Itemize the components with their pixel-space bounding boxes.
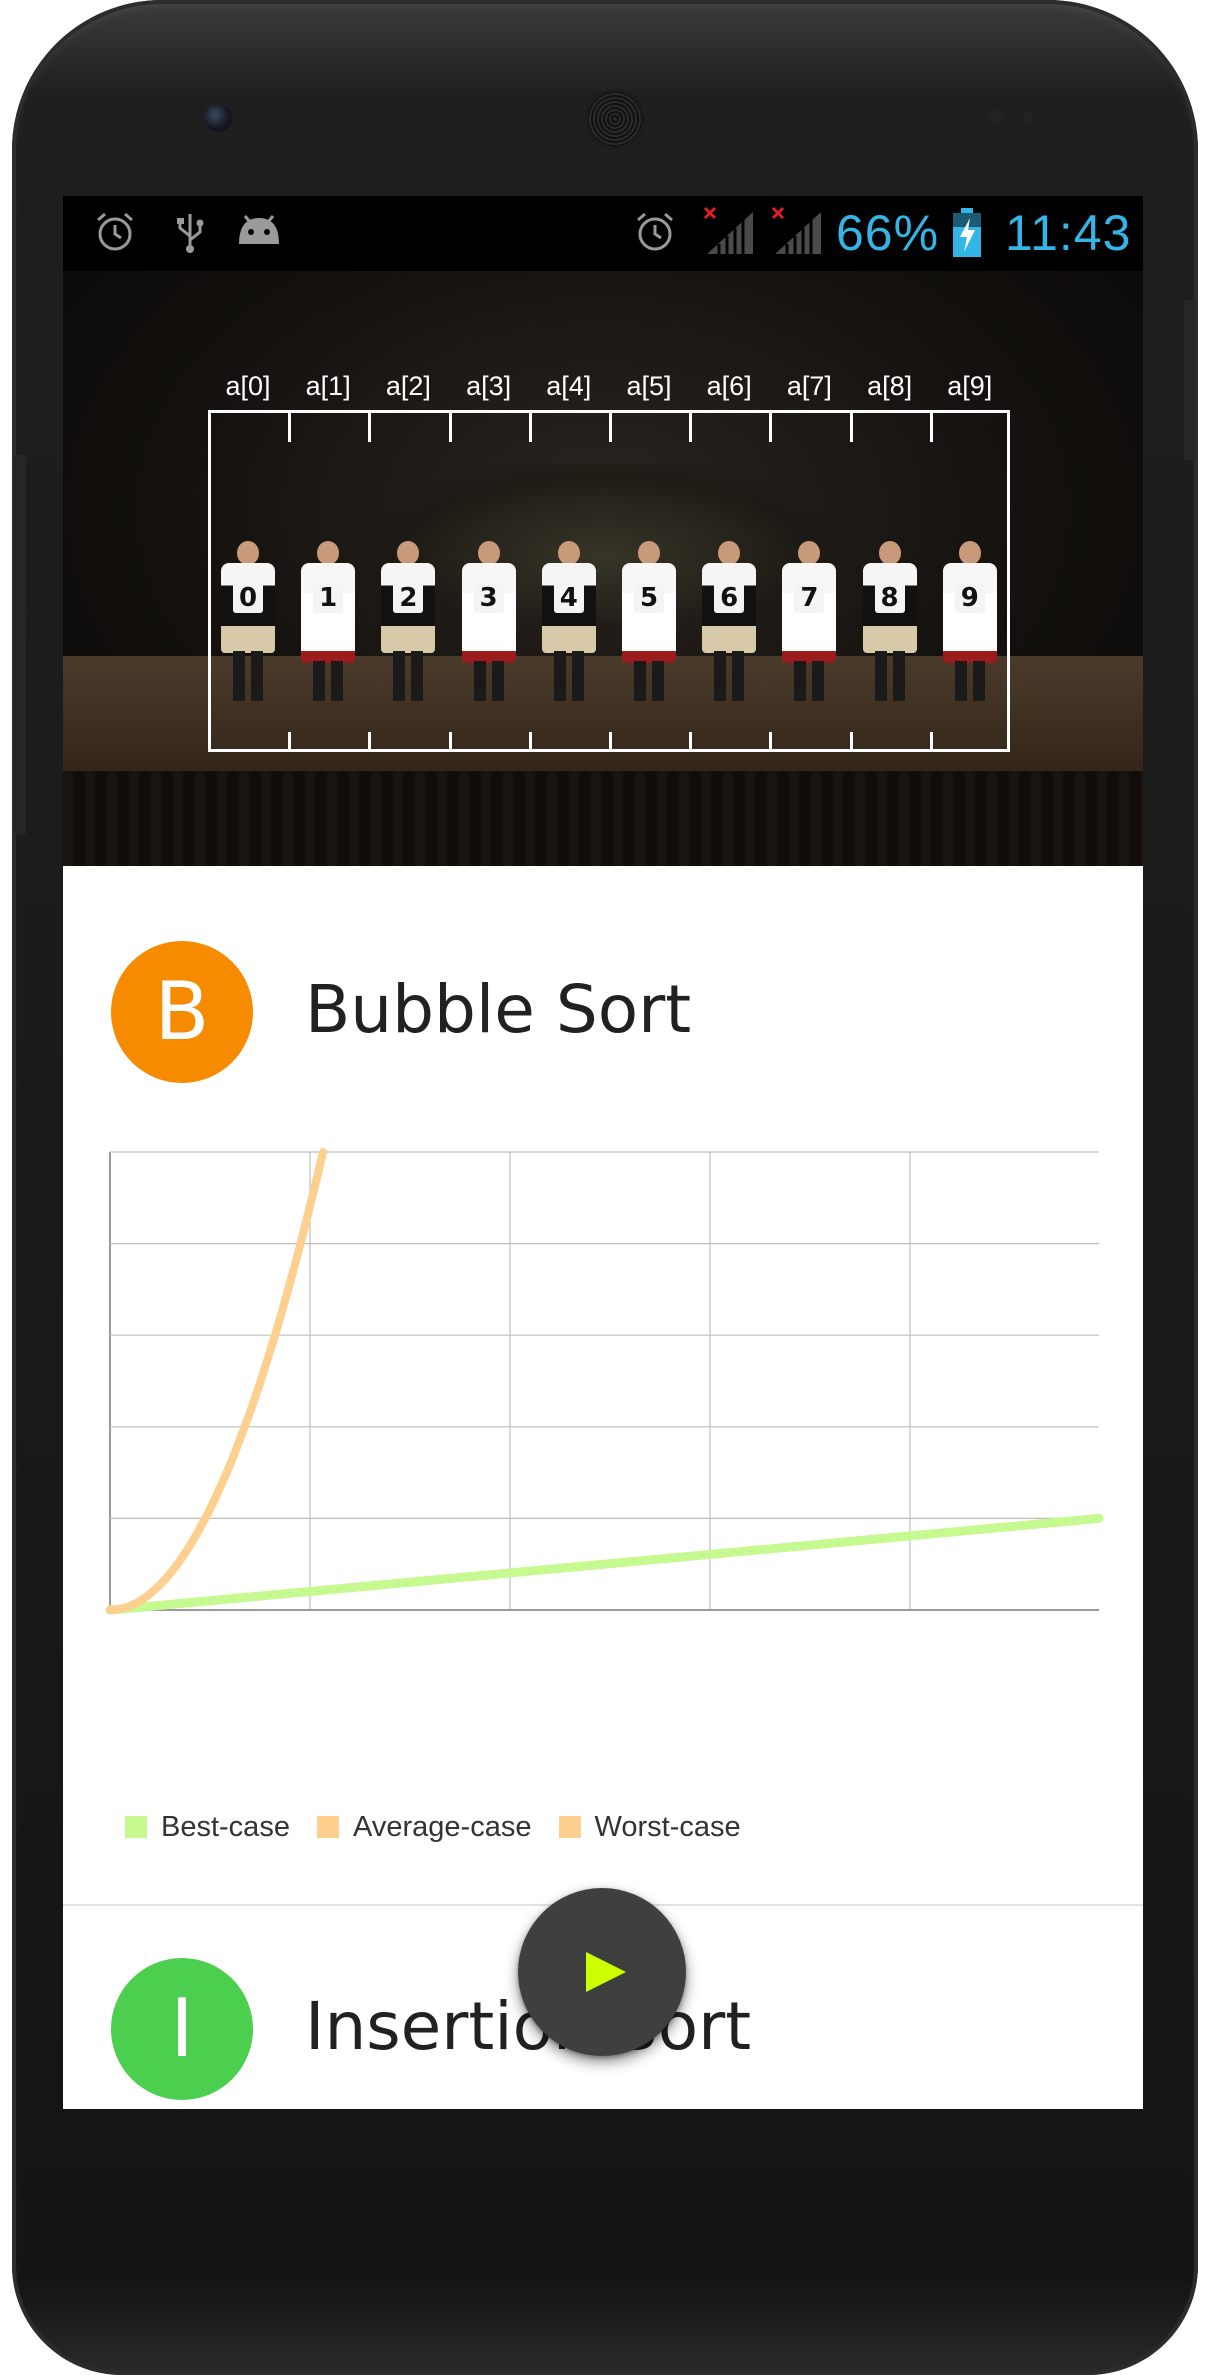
battery-percent: 66% — [836, 205, 940, 261]
array-index-label: a[7] — [786, 371, 832, 401]
dancer: 2 — [373, 541, 443, 701]
alarm-icon — [637, 212, 673, 251]
array-index-label: a[8] — [867, 371, 913, 401]
array-index-label: a[3] — [466, 371, 512, 401]
legend-label-average: Average-case — [353, 1811, 532, 1843]
avatar-insertion-sort: I — [111, 1958, 253, 2100]
stage-front — [63, 771, 1143, 866]
array-divider — [288, 732, 292, 752]
signal-no-service-icon — [771, 206, 821, 254]
dancer-number: 9 — [954, 583, 985, 613]
array-divider — [288, 410, 292, 442]
status-bar: 66% 11:43 — [63, 196, 1143, 271]
array-divider — [448, 410, 452, 442]
dancer-number: 8 — [874, 583, 905, 613]
dancer-number: 0 — [233, 583, 263, 613]
volume-button — [14, 455, 26, 835]
array-divider — [849, 732, 853, 752]
dancer-number: 1 — [313, 583, 344, 613]
array-index-label: a[5] — [626, 371, 672, 401]
signal-no-service-icon — [703, 206, 753, 254]
card-title-bubble-sort[interactable]: Bubble Sort — [305, 971, 691, 1048]
dancer: 9 — [935, 541, 1005, 701]
dancer: 4 — [534, 541, 604, 701]
proximity-sensor — [988, 110, 1004, 126]
dancer: 1 — [293, 541, 363, 701]
legend-swatch-best — [125, 1816, 147, 1838]
array-divider — [448, 732, 452, 752]
array-divider — [769, 732, 773, 752]
front-camera — [204, 104, 232, 132]
array-index-label: a[2] — [385, 371, 431, 401]
legend-label-worst: Worst-case — [594, 1811, 741, 1843]
legend-label-best: Best-case — [161, 1811, 290, 1843]
array-divider — [609, 410, 612, 442]
legend-item-average: Average-case — [317, 1811, 531, 1844]
power-button — [1184, 300, 1196, 460]
array-divider — [929, 410, 933, 442]
array-divider — [769, 410, 773, 442]
legend-item-best: Best-case — [125, 1811, 290, 1844]
dancer-number: 4 — [553, 583, 584, 613]
legend-item-worst: Worst-case — [558, 1811, 741, 1844]
light-sensor — [1022, 112, 1034, 124]
dancer-number: 5 — [634, 583, 664, 613]
legend-swatch-average — [317, 1816, 340, 1838]
array-index-label: a[1] — [305, 371, 351, 401]
dancer: 7 — [774, 541, 844, 701]
video-thumbnail[interactable]: a[0] 0 a[1] 1 a[2] 2 a[3] 3 a[4] 4 a[5] 5 a[6] 6 a[7] 7… — [63, 271, 1143, 866]
dancer: 8 — [855, 541, 925, 701]
android-debug-icon — [239, 215, 279, 244]
dancer-number: 7 — [794, 583, 825, 613]
complexity-chart — [105, 1148, 1104, 1615]
screen: 66% 11:43 a[0] 0 a[1] 1 a[2] 2 a[3] 3 a[4] 4 a[5] 5… — [63, 196, 1143, 2109]
dancer-number: 2 — [393, 583, 424, 613]
array-index-label: a[9] — [947, 371, 993, 401]
array-index-label: a[0] — [225, 371, 271, 401]
dancer: 6 — [694, 541, 764, 701]
series-line-worst-case — [106, 1148, 327, 1614]
battery-charging-icon — [953, 208, 981, 257]
dancer: 0 — [213, 541, 283, 701]
array-divider — [689, 410, 693, 442]
array-index-label: a[6] — [706, 371, 752, 401]
array-divider — [368, 732, 372, 752]
play-icon — [586, 1952, 626, 1992]
dancer: 3 — [454, 541, 524, 701]
usb-icon — [177, 214, 204, 253]
array-index-label: a[4] — [546, 371, 592, 401]
array-divider — [849, 410, 853, 442]
series-line-best-case — [105, 1513, 1104, 1615]
array-divider — [929, 732, 933, 752]
array-divider — [528, 732, 532, 752]
alarm-icon — [97, 212, 133, 251]
dancer-number: 3 — [473, 583, 504, 613]
dancer: 5 — [614, 541, 684, 701]
legend-swatch-worst — [558, 1816, 581, 1838]
dancer-number: 6 — [714, 583, 745, 613]
earpiece-speaker — [588, 92, 642, 146]
play-button[interactable] — [518, 1888, 686, 2056]
chart-legend: Best-case Average-case Worst-case — [125, 1811, 763, 1851]
array-divider — [368, 410, 372, 442]
series-line-average-case — [106, 1148, 327, 1614]
array-divider — [609, 732, 612, 752]
array-divider — [689, 732, 693, 752]
array-divider — [528, 410, 532, 442]
avatar-bubble-sort: B — [111, 941, 253, 1083]
clock: 11:43 — [1005, 205, 1132, 261]
